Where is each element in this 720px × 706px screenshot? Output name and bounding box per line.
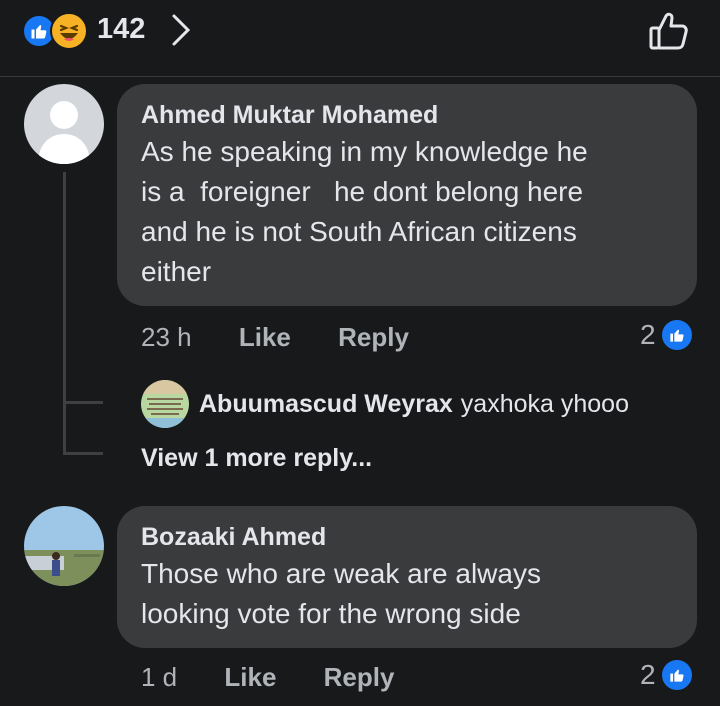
like-reaction-icon [659, 318, 694, 352]
reaction-count[interactable]: 142 [97, 13, 145, 46]
chevron-right-icon[interactable] [170, 12, 192, 53]
reply-item[interactable]: Abuumascud Weyrax yaxhoka yhooo [141, 380, 629, 428]
comment-reactions[interactable]: 2 [640, 658, 694, 692]
reactions-header[interactable]: 142 [0, 0, 720, 76]
comment-author[interactable]: Bozaaki Ahmed [141, 522, 673, 552]
comment-actions: 23 h Like Reply [141, 322, 409, 353]
reply-button[interactable]: Reply [324, 662, 395, 692]
comment-bubble[interactable]: Bozaaki Ahmed Those who are weak are alw… [117, 506, 697, 648]
haha-reaction-icon [50, 12, 88, 50]
thread-connector [63, 401, 103, 404]
comment-line: either [141, 256, 212, 287]
comment-line: Those who are weak are always [141, 558, 541, 589]
comment-reaction-count: 2 [640, 319, 656, 350]
thread-connector [63, 452, 103, 455]
like-reaction-icon [659, 658, 694, 692]
comment-author[interactable]: Ahmed Muktar Mohamed [141, 100, 673, 130]
comment-actions: 1 d Like Reply [141, 662, 394, 693]
comment-timestamp[interactable]: 23 h [141, 322, 192, 352]
view-more-replies-link[interactable]: View 1 more reply... [141, 444, 372, 473]
comment-bubble[interactable]: Ahmed Muktar Mohamed As he speaking in m… [117, 84, 697, 306]
comment-line: As he speaking in my knowledge he [141, 136, 588, 167]
reply-avatar[interactable] [141, 380, 189, 428]
thread-line [63, 172, 66, 454]
comment-text: As he speaking in my knowledge he is a f… [141, 132, 673, 292]
default-avatar[interactable] [24, 84, 104, 164]
comment-reaction-count: 2 [640, 659, 656, 690]
header-divider [0, 76, 720, 77]
reply-button[interactable]: Reply [338, 322, 409, 352]
user-avatar[interactable] [24, 506, 104, 586]
reply-author[interactable]: Abuumascud Weyrax [199, 390, 453, 419]
comment-reactions[interactable]: 2 [640, 318, 694, 352]
comment-line: looking vote for the wrong side [141, 598, 521, 629]
reply-text: yaxhoka yhooo [460, 389, 629, 418]
comment-text: Those who are weak are always looking vo… [141, 554, 673, 634]
like-button[interactable]: Like [239, 322, 291, 352]
comment-line: is a foreigner he dont belong here [141, 176, 584, 207]
like-button[interactable]: Like [224, 662, 276, 692]
comment-timestamp[interactable]: 1 d [141, 662, 177, 692]
like-outline-icon[interactable] [646, 8, 690, 57]
comment-line: and he is not South African citizens [141, 216, 577, 247]
